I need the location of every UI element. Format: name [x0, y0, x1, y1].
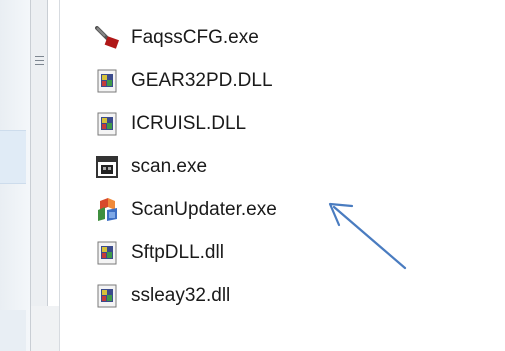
annotation-arrow — [328, 202, 407, 270]
